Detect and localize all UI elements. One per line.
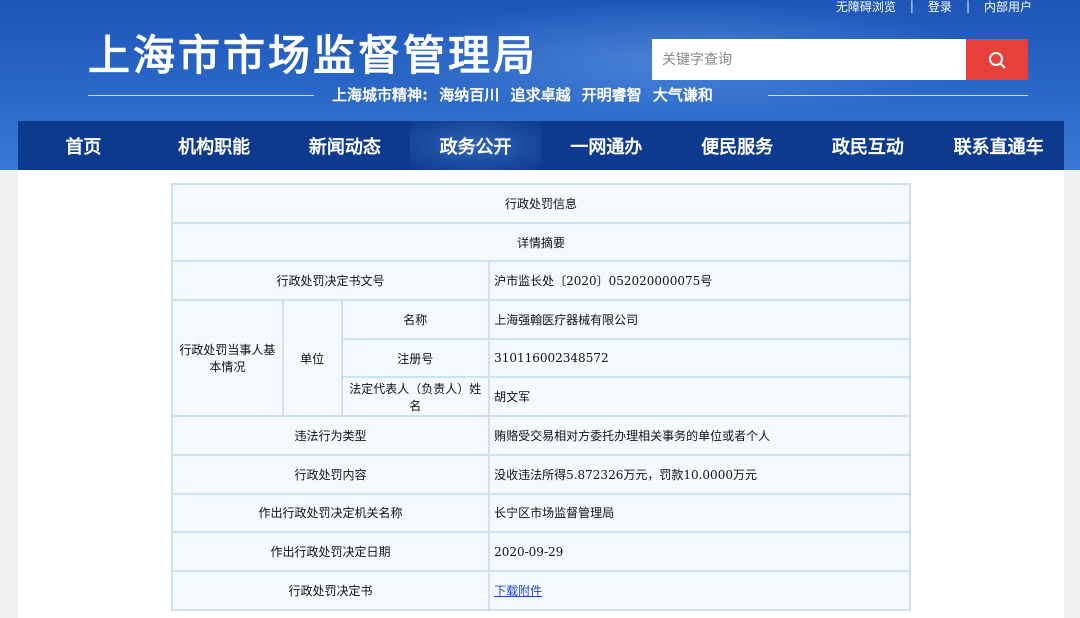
document-label: 行政处罚决定书 — [170, 569, 491, 611]
name-label: 名称 — [340, 299, 491, 340]
reg-no-value: 310116002348572 — [488, 337, 911, 379]
search-input[interactable] — [652, 39, 966, 80]
separator: | — [965, 0, 970, 13]
table-row: 行政处罚决定书 下载附件 — [170, 569, 911, 611]
download-attachment-link[interactable]: 下载附件 — [494, 584, 542, 598]
table-row: 行政处罚当事人基本情况 单位 名称 上海强翰医疗器械有限公司 — [171, 299, 911, 418]
legal-rep-value: 胡文军 — [488, 376, 911, 418]
top-links: 无障碍浏览 | 登录 | 内部用户 — [836, 0, 1032, 14]
date-value: 2020-09-29 — [488, 531, 911, 572]
party-label: 行政处罚当事人基本情况 — [171, 299, 284, 418]
table-row: 违法行为类型 贿赂受交易相对方委托办理相关事务的单位或者个人 — [170, 415, 911, 456]
authority-value: 长宁区市场监督管理局 — [488, 492, 911, 534]
violation-type-value: 贿赂受交易相对方委托办理相关事务的单位或者个人 — [488, 415, 911, 456]
nav-item-news[interactable]: 新闻动态 — [280, 121, 411, 170]
decision-no-value: 沪市监长处〔2020〕052020000075号 — [488, 260, 911, 302]
table-row: 行政处罚决定书文号 沪市监长处〔2020〕052020000075号 — [170, 260, 911, 302]
nav-item-gov-affairs[interactable]: 政务公开 — [410, 121, 541, 170]
nav-item-functions[interactable]: 机构职能 — [149, 121, 280, 170]
table-row: 作出行政处罚决定日期 2020-09-29 — [170, 531, 911, 572]
login-link[interactable]: 登录 — [928, 0, 952, 15]
table-row: 行政处罚内容 没收违法所得5.872326万元，罚款10.0000万元 — [170, 453, 911, 495]
penalty-content-value: 没收违法所得5.872326万元，罚款10.0000万元 — [488, 453, 911, 495]
internal-user-link[interactable]: 内部用户 — [984, 0, 1032, 15]
slogan-row: 上海城市精神: 海纳百川 追求卓越 开明睿智 大气谦和 — [88, 84, 1028, 108]
nav-item-public-services[interactable]: 便民服务 — [672, 121, 803, 170]
penalty-content-label: 行政处罚内容 — [170, 453, 491, 495]
document-cell: 下载附件 — [488, 569, 911, 611]
divider-line — [768, 95, 1028, 96]
nav-item-online-services[interactable]: 一网通办 — [541, 121, 672, 170]
accessibility-link[interactable]: 无障碍浏览 — [836, 0, 896, 15]
table-title: 行政处罚信息 — [171, 183, 911, 224]
table-subtitle: 详情摘要 — [171, 221, 911, 263]
site-title[interactable]: 上海市市场监督管理局 — [88, 22, 538, 83]
violation-type-label: 违法行为类型 — [170, 415, 491, 456]
penalty-table: 行政处罚信息 详情摘要 行政处罚决定书文号 沪市监长处〔2020〕0520200… — [170, 183, 911, 611]
name-value: 上海强翰医疗器械有限公司 — [488, 299, 911, 340]
nav-item-interaction[interactable]: 政民互动 — [803, 121, 934, 170]
city-slogan: 上海城市精神: 海纳百川 追求卓越 开明睿智 大气谦和 — [332, 86, 713, 104]
search-button[interactable] — [966, 39, 1028, 80]
legal-rep-label: 法定代表人（负责人）姓名 — [340, 376, 491, 418]
table-row: 行政处罚信息 — [171, 183, 911, 224]
nav-item-home[interactable]: 首页 — [18, 121, 149, 170]
nav-item-contact[interactable]: 联系直通车 — [933, 121, 1064, 170]
reg-no-label: 注册号 — [340, 337, 491, 379]
separator: | — [909, 0, 914, 13]
authority-label: 作出行政处罚决定机关名称 — [170, 492, 491, 534]
search-bar — [652, 39, 1028, 80]
search-icon — [989, 51, 1006, 68]
main-nav: 首页 机构职能 新闻动态 政务公开 一网通办 便民服务 政民互动 联系直通车 — [18, 121, 1064, 170]
decision-no-label: 行政处罚决定书文号 — [170, 260, 491, 302]
table-row: 作出行政处罚决定机关名称 长宁区市场监督管理局 — [170, 492, 911, 534]
table-row: 详情摘要 — [171, 221, 911, 263]
unit-label: 单位 — [281, 299, 343, 418]
date-label: 作出行政处罚决定日期 — [170, 531, 491, 572]
divider-line — [88, 95, 314, 96]
